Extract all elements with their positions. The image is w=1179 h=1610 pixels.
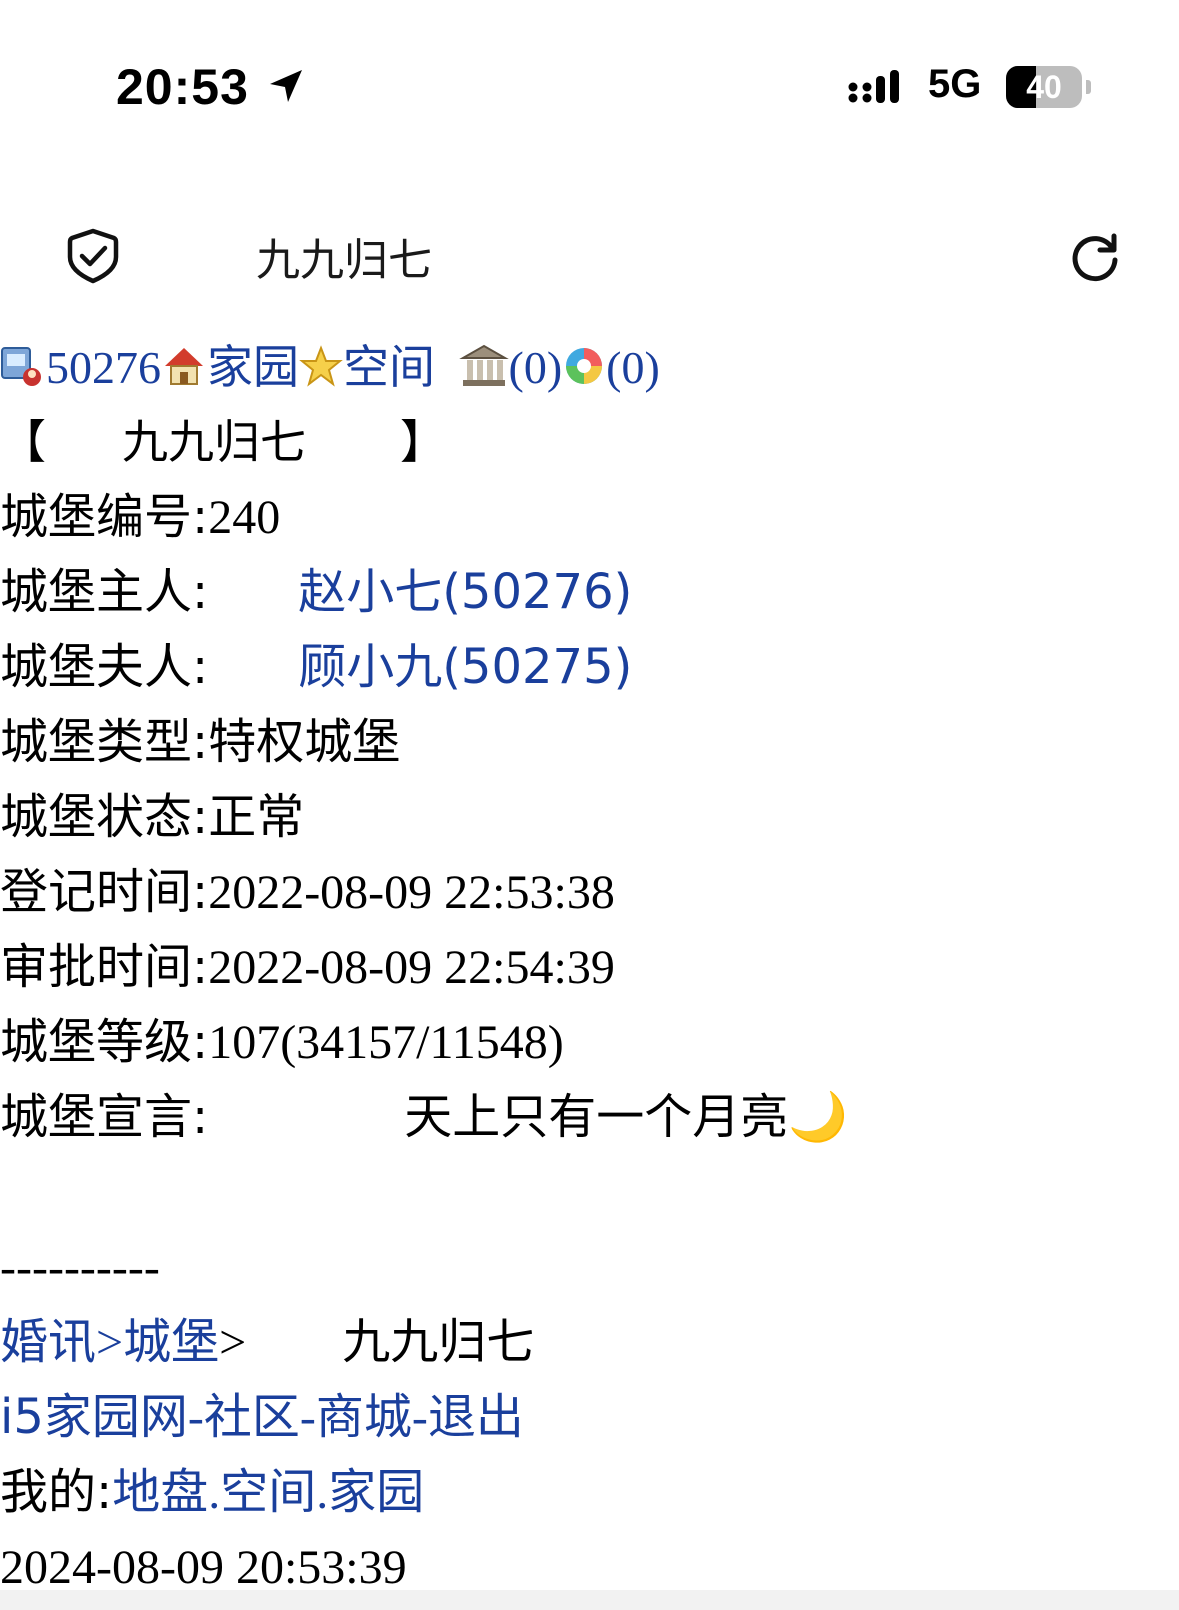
my-links-row: 我的:地盘.空间.家园 bbox=[0, 1455, 1179, 1530]
castle-title-row: 【 九九归七 】 bbox=[0, 405, 1179, 480]
breadcrumb-separator: > bbox=[96, 1316, 124, 1369]
page-timestamp: 2024-08-09 20:53:39 bbox=[0, 1541, 407, 1594]
top-links-row: 50276 家园 空间 (0) (0) bbox=[0, 330, 1179, 405]
bracket-open: 【 bbox=[0, 415, 46, 469]
castle-number-row: 城堡编号:240 bbox=[0, 480, 1179, 555]
user-card-icon bbox=[1, 347, 41, 387]
home-link[interactable]: 家园 bbox=[207, 340, 299, 394]
browser-nav-bar: 九九归七 bbox=[0, 200, 1179, 310]
castle-owner-row: 城堡主人: 赵小七(50276) bbox=[0, 555, 1179, 630]
photo-aperture-icon bbox=[566, 348, 603, 385]
community-link[interactable]: 社区 bbox=[204, 1389, 300, 1445]
castle-approve-time-row: 审批时间:2022-08-09 22:54:39 bbox=[0, 930, 1179, 1005]
castle-name: 九九归七 bbox=[122, 415, 306, 469]
battery-cap bbox=[1086, 80, 1091, 94]
site-home-link[interactable]: i5家园网 bbox=[0, 1389, 188, 1445]
signal-dots-icon bbox=[848, 70, 899, 103]
battery-icon: 40 bbox=[1006, 66, 1082, 108]
refresh-icon[interactable] bbox=[1068, 230, 1122, 284]
logout-link[interactable]: 退出 bbox=[428, 1389, 524, 1445]
my-land-link[interactable]: 地盘 bbox=[112, 1464, 208, 1520]
breadcrumb: 婚讯>城堡> 九九归七 bbox=[0, 1305, 1179, 1380]
house-icon bbox=[165, 348, 203, 386]
castle-lady-row: 城堡夫人: 顾小九(50275) bbox=[0, 630, 1179, 705]
network-type: 5G bbox=[928, 62, 982, 106]
bank-count-link[interactable]: (0) bbox=[509, 342, 563, 393]
my-space-link[interactable]: 空间 bbox=[220, 1464, 316, 1520]
castle-status-label: 城堡状态: bbox=[0, 789, 209, 845]
castle-lady-label: 城堡夫人: bbox=[0, 639, 209, 695]
breadcrumb-marriage-link[interactable]: 婚讯 bbox=[0, 1314, 96, 1370]
space-link[interactable]: 空间 bbox=[343, 340, 435, 394]
castle-type-row: 城堡类型:特权城堡 bbox=[0, 705, 1179, 780]
my-home-link[interactable]: 家园 bbox=[328, 1464, 424, 1520]
castle-reg-time-label: 登记时间: bbox=[0, 864, 209, 920]
castle-reg-time-value: 2022-08-09 22:53:38 bbox=[208, 866, 615, 919]
castle-status-value: 正常 bbox=[208, 789, 305, 845]
castle-level-label: 城堡等级: bbox=[0, 1014, 209, 1070]
link-separator: - bbox=[187, 1391, 204, 1444]
breadcrumb-castle-link[interactable]: 城堡 bbox=[123, 1314, 219, 1370]
site-links-row: i5家园网-社区-商城-退出 bbox=[0, 1380, 1179, 1455]
castle-owner-label: 城堡主人: bbox=[0, 564, 209, 620]
breadcrumb-current: 九九归七 bbox=[342, 1314, 535, 1370]
divider-text: ---------- bbox=[0, 1241, 160, 1294]
castle-motto-row: 城堡宣言: 天上只有一个月亮🌙 bbox=[0, 1080, 1179, 1155]
shield-check-icon[interactable] bbox=[66, 227, 120, 285]
divider-row: ---------- bbox=[0, 1230, 1179, 1305]
page-content: 50276 家园 空间 (0) (0) 【九九归七】 城堡编号:240 城堡主人… bbox=[0, 330, 1179, 1605]
link-separator: - bbox=[411, 1391, 428, 1444]
location-arrow-icon bbox=[270, 70, 302, 102]
link-separator: . bbox=[316, 1466, 329, 1519]
castle-owner-link[interactable]: 赵小七(50276) bbox=[298, 564, 632, 620]
castle-type-value: 特权城堡 bbox=[208, 714, 401, 770]
link-separator: . bbox=[208, 1466, 221, 1519]
my-links-label: 我的: bbox=[0, 1464, 113, 1520]
castle-number-value: 240 bbox=[208, 491, 281, 544]
user-id-link[interactable]: 50276 bbox=[46, 342, 161, 393]
bank-icon bbox=[458, 345, 509, 387]
castle-number-label: 城堡编号: bbox=[0, 489, 209, 545]
mall-link[interactable]: 商城 bbox=[316, 1389, 412, 1445]
castle-status-row: 城堡状态:正常 bbox=[0, 780, 1179, 855]
link-separator: - bbox=[299, 1391, 316, 1444]
status-time: 20:53 bbox=[116, 59, 249, 115]
battery-level: 40 bbox=[1026, 69, 1062, 105]
photo-count-link[interactable]: (0) bbox=[606, 342, 660, 393]
bottom-edge bbox=[0, 1590, 1179, 1610]
castle-reg-time-row: 登记时间:2022-08-09 22:53:38 bbox=[0, 855, 1179, 930]
breadcrumb-separator: > bbox=[219, 1316, 247, 1369]
page-title: 九九归七 bbox=[256, 235, 432, 286]
bracket-close: 】 bbox=[400, 415, 446, 469]
castle-level-row: 城堡等级:107(34157/11548) bbox=[0, 1005, 1179, 1080]
star-icon bbox=[299, 345, 343, 388]
castle-approve-time-label: 审批时间: bbox=[0, 939, 209, 995]
castle-approve-time-value: 2022-08-09 22:54:39 bbox=[208, 941, 615, 994]
status-bar: 20:53 5G 40 bbox=[0, 0, 1179, 170]
castle-motto-value: 天上只有一个月亮🌙 bbox=[404, 1089, 848, 1145]
castle-level-value: 107(34157/11548) bbox=[208, 1016, 564, 1069]
castle-type-label: 城堡类型: bbox=[0, 714, 209, 770]
castle-lady-link[interactable]: 顾小九(50275) bbox=[298, 639, 632, 695]
castle-motto-label: 城堡宣言: bbox=[0, 1089, 209, 1145]
